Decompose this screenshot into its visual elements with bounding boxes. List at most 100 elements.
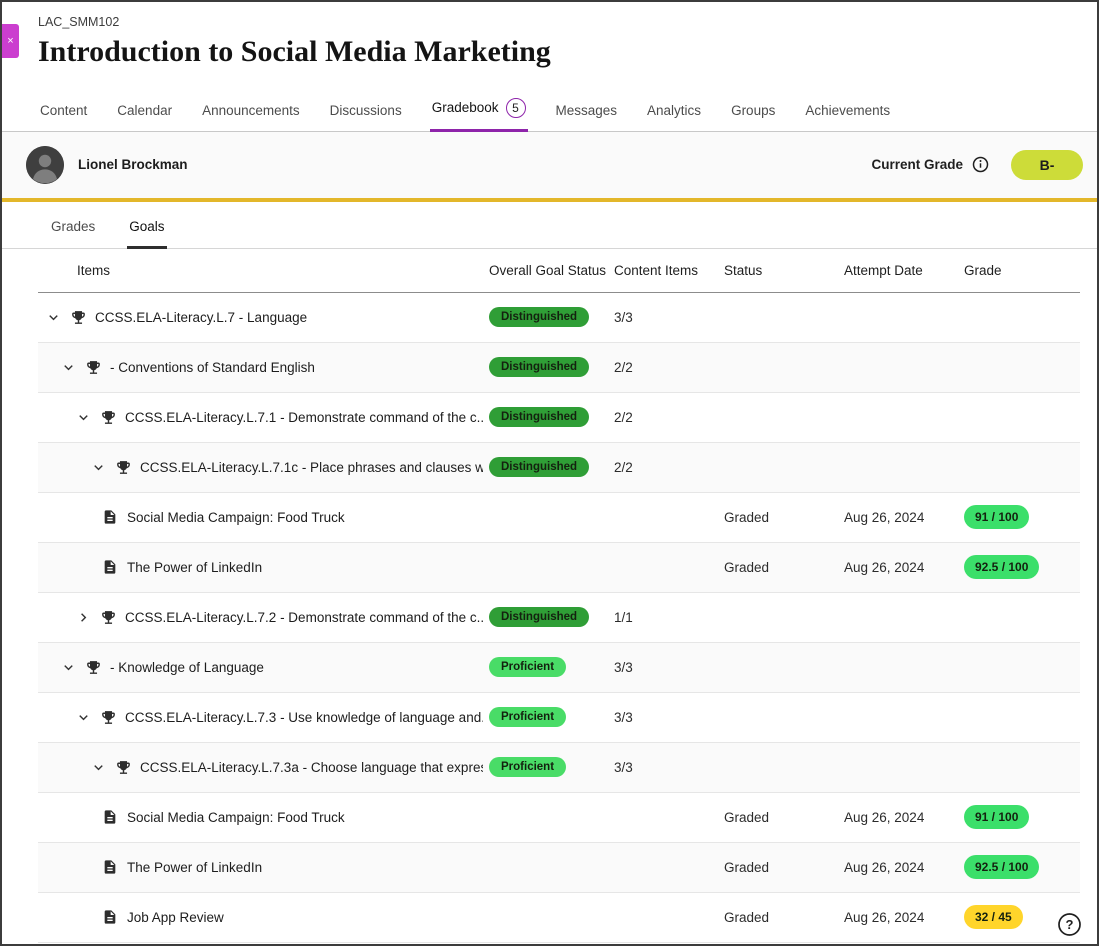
chevron-right-icon[interactable] <box>74 608 92 626</box>
goal-trophy-icon <box>85 659 102 676</box>
course-code: LAC_SMM102 <box>38 15 1061 29</box>
content-items-cell: 3/3 <box>607 760 717 775</box>
gradebook-subtabs: Grades Goals <box>2 202 1097 249</box>
goal-trophy-icon <box>100 409 117 426</box>
items-cell: CCSS.ELA-Literacy.L.7.1 - Demonstrate co… <box>38 408 489 426</box>
row-label: The Power of LinkedIn <box>127 560 262 575</box>
chevron-down-icon[interactable] <box>74 708 92 726</box>
goal-status-badge: Distinguished <box>489 457 589 477</box>
goal-status-cell: Proficient <box>489 707 607 727</box>
tab-announcements[interactable]: Announcements <box>200 95 302 132</box>
student-name: Lionel Brockman <box>78 157 188 172</box>
content-item-row[interactable]: The Power of LinkedIn Graded Aug 26, 202… <box>38 843 1080 893</box>
tab-messages[interactable]: Messages <box>554 95 620 132</box>
content-item-row[interactable]: Social Media Campaign: Food Truck Graded… <box>38 793 1080 843</box>
help-button[interactable]: ? <box>1057 912 1082 937</box>
goal-row[interactable]: - Knowledge of Language Proficient 3/3 <box>38 643 1080 693</box>
goal-status-cell: Distinguished <box>489 457 607 477</box>
column-header-content-items: Content Items <box>607 263 717 278</box>
items-cell: Social Media Campaign: Food Truck <box>38 509 489 526</box>
subtab-goals[interactable]: Goals <box>127 202 166 249</box>
course-nav: Content Calendar Announcements Discussio… <box>2 90 1097 132</box>
tab-label: Achievements <box>805 103 890 118</box>
tab-analytics[interactable]: Analytics <box>645 95 703 132</box>
close-panel-button[interactable]: × <box>2 24 19 58</box>
tab-content[interactable]: Content <box>38 95 89 132</box>
tab-label: Groups <box>731 103 775 118</box>
attempt-date-cell: Aug 26, 2024 <box>837 510 952 525</box>
content-item-row[interactable]: Job App Review Graded Aug 26, 2024 32 / … <box>38 893 1080 943</box>
goal-row[interactable]: CCSS.ELA-Literacy.L.7.1 - Demonstrate co… <box>38 393 1080 443</box>
goal-trophy-icon <box>115 759 132 776</box>
document-icon <box>102 809 119 826</box>
chevron-down-icon[interactable] <box>74 408 92 426</box>
column-header-attempt-date: Attempt Date <box>837 263 952 278</box>
tab-label: Announcements <box>202 103 300 118</box>
goal-row[interactable]: CCSS.ELA-Literacy.L.7.3 - Use knowledge … <box>38 693 1080 743</box>
tab-gradebook[interactable]: Gradebook 5 <box>430 90 528 132</box>
grade-badge[interactable]: 32 / 45 <box>964 905 1023 929</box>
content-items-cell: 3/3 <box>607 310 717 325</box>
tab-calendar[interactable]: Calendar <box>115 95 174 132</box>
tab-label: Calendar <box>117 103 172 118</box>
goal-status-cell: Distinguished <box>489 407 607 427</box>
goal-status-badge: Proficient <box>489 657 566 677</box>
grade-badge[interactable]: 91 / 100 <box>964 505 1029 529</box>
column-header-status: Status <box>717 263 837 278</box>
items-cell: CCSS.ELA-Literacy.L.7.2 - Demonstrate co… <box>38 608 489 626</box>
gradebook-count-badge: 5 <box>506 98 526 118</box>
goal-status-cell: Proficient <box>489 657 607 677</box>
chevron-down-icon[interactable] <box>59 358 77 376</box>
status-cell: Graded <box>717 910 837 925</box>
content-items-cell: 3/3 <box>607 660 717 675</box>
chevron-down-icon[interactable] <box>44 308 62 326</box>
goal-status-badge: Distinguished <box>489 357 589 377</box>
items-cell: - Knowledge of Language <box>38 658 489 676</box>
row-label: Social Media Campaign: Food Truck <box>127 510 345 525</box>
row-label: - Knowledge of Language <box>110 660 264 675</box>
chevron-down-icon[interactable] <box>89 458 107 476</box>
tab-groups[interactable]: Groups <box>729 95 777 132</box>
content-item-row[interactable]: The Power of LinkedIn Graded Aug 26, 202… <box>38 543 1080 593</box>
content-items-cell: 1/1 <box>607 610 717 625</box>
content-items-cell: 3/3 <box>607 710 717 725</box>
goal-row[interactable]: CCSS.ELA-Literacy.L.7.2 - Demonstrate co… <box>38 593 1080 643</box>
subtab-grades[interactable]: Grades <box>49 202 97 249</box>
goal-row[interactable]: - Conventions of Standard English Distin… <box>38 343 1080 393</box>
table-header: Items Overall Goal Status Content Items … <box>38 249 1080 293</box>
goal-row[interactable]: CCSS.ELA-Literacy.L.7 - Language Disting… <box>38 293 1080 343</box>
course-title: Introduction to Social Media Marketing <box>38 35 1061 70</box>
content-items-cell: 2/2 <box>607 360 717 375</box>
attempt-date-cell: Aug 26, 2024 <box>837 810 952 825</box>
goal-row[interactable]: CCSS.ELA-Literacy.L.7.1c - Place phrases… <box>38 443 1080 493</box>
goals-table: Items Overall Goal Status Content Items … <box>38 249 1080 943</box>
column-header-goal-status: Overall Goal Status <box>489 263 607 278</box>
grade-cell: 92.5 / 100 <box>952 555 1080 579</box>
items-cell: Social Media Campaign: Food Truck <box>38 809 489 826</box>
items-cell: The Power of LinkedIn <box>38 559 489 576</box>
grade-badge[interactable]: 92.5 / 100 <box>964 855 1039 879</box>
grade-cell: 92.5 / 100 <box>952 855 1080 879</box>
chevron-down-icon[interactable] <box>59 658 77 676</box>
items-cell: CCSS.ELA-Literacy.L.7.3a - Choose langua… <box>38 758 489 776</box>
document-icon <box>102 509 119 526</box>
close-icon: × <box>7 35 13 47</box>
grade-badge[interactable]: 91 / 100 <box>964 805 1029 829</box>
items-cell: CCSS.ELA-Literacy.L.7.3 - Use knowledge … <box>38 708 489 726</box>
tab-label: Messages <box>556 103 618 118</box>
content-items-cell: 2/2 <box>607 460 717 475</box>
info-icon[interactable] <box>972 156 989 173</box>
attempt-date-cell: Aug 26, 2024 <box>837 910 952 925</box>
tab-discussions[interactable]: Discussions <box>328 95 404 132</box>
goal-trophy-icon <box>70 309 87 326</box>
tab-achievements[interactable]: Achievements <box>803 95 892 132</box>
attempt-date-cell: Aug 26, 2024 <box>837 860 952 875</box>
chevron-down-icon[interactable] <box>89 758 107 776</box>
table-body: CCSS.ELA-Literacy.L.7 - Language Disting… <box>38 293 1080 943</box>
grade-badge[interactable]: 92.5 / 100 <box>964 555 1039 579</box>
row-label: - Conventions of Standard English <box>110 360 315 375</box>
goal-row[interactable]: CCSS.ELA-Literacy.L.7.3a - Choose langua… <box>38 743 1080 793</box>
goal-status-badge: Proficient <box>489 757 566 777</box>
tab-label: Content <box>40 103 87 118</box>
content-item-row[interactable]: Social Media Campaign: Food Truck Graded… <box>38 493 1080 543</box>
